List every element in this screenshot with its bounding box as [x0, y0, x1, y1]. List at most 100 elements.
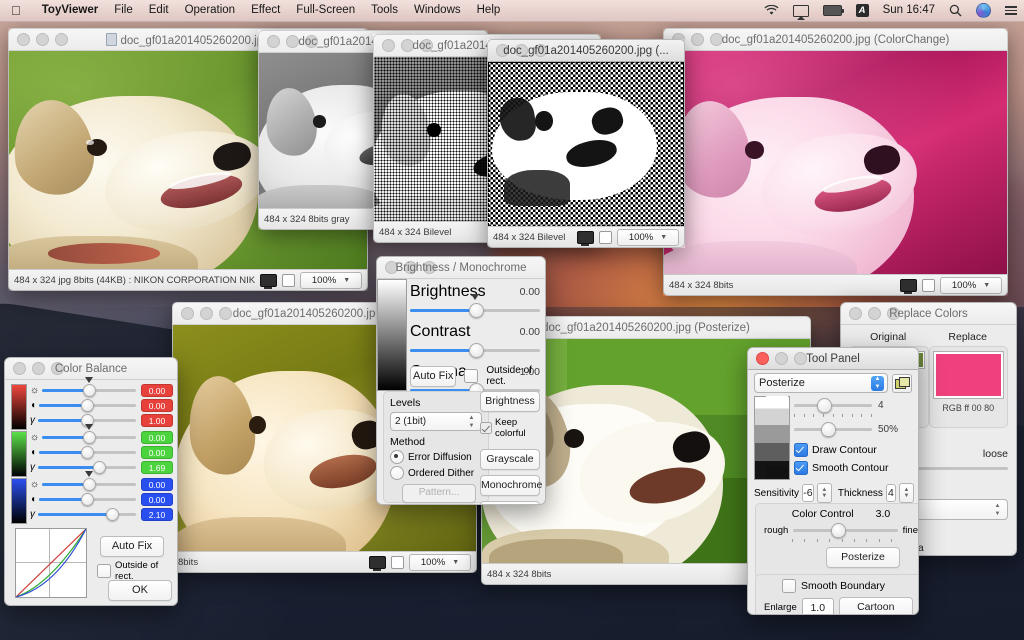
close-button-brightness[interactable] [385, 261, 398, 274]
titlebar-tool-panel[interactable]: Tool Panel [748, 348, 918, 370]
zoom-button-bilevel[interactable] [534, 44, 547, 57]
green-contrast-slider[interactable] [39, 446, 136, 460]
titlebar-replace-colors[interactable]: Replace Colors [841, 303, 1016, 325]
apple-menu-icon[interactable]:  [11, 4, 21, 17]
radio-ordered-dither[interactable] [390, 466, 404, 480]
titlebar-bilevel[interactable]: doc_gf01a201405260200.jpg (... [487, 39, 685, 62]
window-controls-brightness[interactable] [377, 261, 436, 274]
window-controls-grayscale[interactable] [259, 35, 318, 48]
panel-color-balance[interactable]: Color Balance ☼ 0.00 ◖ 0.00 γ [4, 357, 178, 606]
window-controls-original[interactable] [9, 33, 68, 46]
thickness-stepper[interactable]: ▲▼ [899, 483, 914, 503]
zoom-button-original[interactable] [55, 33, 68, 46]
minimize-button-halftone[interactable] [401, 39, 414, 52]
monochrome-button[interactable]: Monochrome [480, 475, 540, 496]
outside-of-rect-checkbox-brightness[interactable] [464, 369, 478, 383]
replace-color-swatch[interactable] [934, 352, 1004, 398]
close-button-halftone[interactable] [382, 39, 395, 52]
close-button-original[interactable] [17, 33, 30, 46]
window-controls-halftone[interactable] [374, 39, 433, 52]
sensitivity-stepper[interactable]: ▲▼ [817, 483, 832, 503]
minimize-button-grayscale[interactable] [286, 35, 299, 48]
radio-error-diffusion[interactable] [390, 450, 404, 464]
window-controls-tool-panel[interactable] [748, 352, 807, 365]
brightness-button[interactable]: Brightness [480, 391, 540, 412]
minimize-button-tool-panel[interactable] [775, 352, 788, 365]
color-control-slider[interactable] [793, 523, 897, 537]
minimize-button-bilevel[interactable] [515, 44, 528, 57]
zoom-button-colorbalance-image[interactable] [219, 307, 232, 320]
menu-item-operation[interactable]: Operation [177, 0, 244, 21]
battery-icon[interactable] [816, 5, 849, 16]
cartoon-button[interactable]: Cartoon [839, 597, 913, 615]
close-button-brightness-panel[interactable]: Close [480, 501, 540, 505]
level-slider[interactable] [794, 398, 872, 412]
window-bilevel[interactable]: doc_gf01a201405260200.jpg (... 484 x 324… [487, 39, 685, 248]
zoom-button-grayscale[interactable] [305, 35, 318, 48]
menu-item-help[interactable]: Help [469, 0, 509, 21]
blue-brightness-value[interactable]: 0.00 [141, 478, 173, 491]
menu-item-file[interactable]: File [106, 0, 141, 21]
fit-box-icon-colorchange[interactable] [922, 279, 935, 292]
titlebar-brightness-monochrome[interactable]: Brightness / Monochrome [377, 257, 545, 279]
zoom-button-replace-colors[interactable] [887, 307, 900, 320]
red-brightness-slider[interactable] [42, 384, 136, 398]
window-controls-bilevel[interactable] [488, 44, 547, 57]
wifi-icon[interactable] [757, 5, 786, 16]
auto-fix-button-color-balance[interactable]: Auto Fix [100, 536, 164, 557]
red-contrast-value[interactable]: 0.00 [141, 399, 173, 412]
keep-colorful-checkbox[interactable] [480, 422, 492, 434]
tool-mode-select[interactable]: Posterize ▲▼ [754, 373, 888, 393]
menu-item-edit[interactable]: Edit [141, 0, 177, 21]
zoom-button-tool-panel[interactable] [794, 352, 807, 365]
panel-tool[interactable]: Tool Panel Posterize ▲▼ 4 [747, 347, 919, 615]
airplay-icon[interactable] [786, 5, 816, 17]
green-brightness-value[interactable]: 0.00 [141, 431, 173, 444]
monitor-icon-colorchange[interactable] [900, 279, 917, 292]
zoom-button-color-balance[interactable] [51, 362, 64, 375]
ok-button-color-balance[interactable]: OK [108, 580, 172, 601]
zoom-button-halftone[interactable] [420, 39, 433, 52]
blue-gamma-value[interactable]: 2.10 [141, 508, 173, 521]
smooth-contour-checkbox[interactable] [794, 461, 808, 475]
input-source-icon[interactable]: A [849, 4, 876, 17]
siri-icon[interactable] [969, 3, 998, 18]
minimize-button-color-balance[interactable] [32, 362, 45, 375]
search-icon[interactable] [942, 4, 969, 17]
minimize-button-original[interactable] [36, 33, 49, 46]
blue-contrast-value[interactable]: 0.00 [141, 493, 173, 506]
window-controls-colorbalance-image[interactable] [173, 307, 232, 320]
outside-of-rect-checkbox-color-balance[interactable] [97, 564, 111, 578]
minimize-button-replace-colors[interactable] [868, 307, 881, 320]
fit-box-icon-colorbalance-image[interactable] [391, 556, 404, 569]
monitor-icon-original[interactable] [260, 274, 277, 287]
menu-item-tools[interactable]: Tools [363, 0, 406, 21]
sensitivity-value[interactable]: -6 [802, 484, 814, 502]
monitor-icon-bilevel[interactable] [577, 231, 594, 244]
posterize-button[interactable]: Posterize [826, 547, 900, 568]
smooth-boundary-checkbox[interactable] [782, 579, 796, 593]
menu-item-full-screen[interactable]: Full-Screen [288, 0, 363, 21]
window-colorchange[interactable]: doc_gf01a201405260200.jpg (ColorChange) … [663, 28, 1008, 296]
window-controls-color-balance[interactable] [5, 362, 64, 375]
percent-slider[interactable] [794, 422, 872, 436]
zoom-button-colorchange[interactable] [710, 33, 723, 46]
menu-item-toyviewer[interactable]: ToyViewer [34, 0, 106, 21]
red-contrast-slider[interactable] [39, 399, 136, 413]
monitor-icon-colorbalance-image[interactable] [369, 556, 386, 569]
auto-fix-button-brightness[interactable]: Auto Fix [410, 366, 456, 387]
close-button-grayscale[interactable] [267, 35, 280, 48]
fit-box-icon-bilevel[interactable] [599, 231, 612, 244]
titlebar-colorchange[interactable]: doc_gf01a201405260200.jpg (ColorChange) [663, 28, 1008, 51]
duplicate-icon[interactable] [892, 374, 912, 393]
zoom-button-brightness[interactable] [423, 261, 436, 274]
window-controls-replace-colors[interactable] [841, 307, 900, 320]
close-button-tool-panel[interactable] [756, 352, 769, 365]
minimize-button-colorchange[interactable] [691, 33, 704, 46]
red-gamma-value[interactable]: 1.00 [141, 414, 173, 427]
enlarge-value[interactable]: 1.0 [802, 598, 834, 615]
image-canvas-bilevel[interactable] [487, 62, 685, 226]
brightness-slider[interactable] [410, 303, 540, 317]
zoom-select-colorchange[interactable]: 100%▼ [940, 277, 1002, 294]
blue-contrast-slider[interactable] [39, 493, 136, 507]
